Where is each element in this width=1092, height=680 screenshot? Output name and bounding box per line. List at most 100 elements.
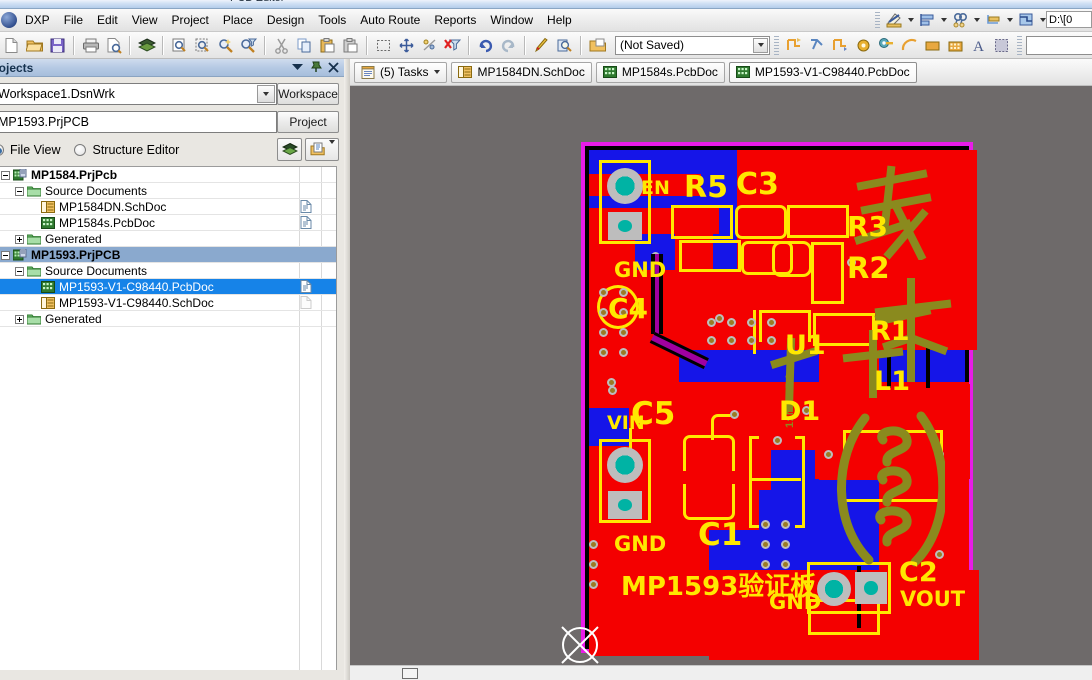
place-room-icon[interactable] bbox=[990, 34, 1013, 57]
menu-item-help[interactable]: Help bbox=[540, 10, 579, 31]
save-icon[interactable] bbox=[46, 34, 69, 57]
layer-combo[interactable] bbox=[1026, 35, 1092, 55]
collapse-icon[interactable] bbox=[1, 170, 10, 180]
browse-component-icon[interactable] bbox=[553, 34, 576, 57]
menu-item-edit[interactable]: Edit bbox=[90, 10, 125, 31]
pin-icon[interactable] bbox=[309, 60, 322, 74]
chevron-down-icon[interactable] bbox=[291, 60, 304, 74]
collapse-icon[interactable] bbox=[15, 266, 24, 276]
pad-en-top[interactable] bbox=[607, 168, 643, 204]
pcb-canvas[interactable]: 1: NotC5 1 EN R5 C3 R3 R2 R1 GND C4 U1 L1 D1 C5 VIN C… bbox=[350, 86, 1092, 680]
workspace-button[interactable]: Workspace bbox=[277, 83, 339, 105]
menu-item-file[interactable]: File bbox=[57, 10, 90, 31]
layer-stack-icon[interactable] bbox=[1015, 10, 1037, 30]
expand-icon[interactable] bbox=[15, 234, 24, 244]
document-tab[interactable]: MP1593-V1-C98440.PcbDoc bbox=[728, 61, 917, 83]
document-tab[interactable]: (5) Tasks bbox=[354, 61, 448, 83]
align-objects-icon[interactable] bbox=[916, 10, 938, 30]
clear-filter-icon[interactable] bbox=[441, 34, 464, 57]
undo-icon[interactable] bbox=[474, 34, 497, 57]
place-fill-icon[interactable] bbox=[921, 34, 944, 57]
place-arc-center-icon[interactable] bbox=[898, 34, 921, 57]
clear-selection-icon[interactable] bbox=[418, 34, 441, 57]
pad-gnd-bot[interactable] bbox=[608, 491, 642, 519]
tab-dropdown-arrow[interactable] bbox=[434, 70, 441, 74]
find-similar-icon[interactable] bbox=[949, 10, 971, 30]
move-icon[interactable] bbox=[395, 34, 418, 57]
horizontal-scroll-thumb[interactable] bbox=[402, 668, 418, 679]
measure-ruler-icon[interactable] bbox=[883, 10, 905, 30]
dimension-dropdown-arrow[interactable] bbox=[1004, 10, 1015, 30]
toolbar-grip[interactable] bbox=[875, 11, 880, 29]
place-polygon-icon[interactable] bbox=[944, 34, 967, 57]
zoom-area-icon[interactable] bbox=[191, 34, 214, 57]
board-layers-icon[interactable] bbox=[135, 34, 158, 57]
menu-item-project[interactable]: Project bbox=[165, 10, 216, 31]
menu-item-place[interactable]: Place bbox=[216, 10, 260, 31]
project-button[interactable]: Project bbox=[277, 111, 339, 133]
menu-item-dxp[interactable]: DXP bbox=[18, 10, 57, 31]
place-pad-icon[interactable] bbox=[852, 34, 875, 57]
place-arc-icon[interactable] bbox=[806, 34, 829, 57]
pad-gnd-out[interactable] bbox=[817, 572, 851, 606]
board-layers-icon[interactable] bbox=[277, 138, 302, 161]
expand-icon[interactable] bbox=[15, 314, 24, 324]
menu-item-reports[interactable]: Reports bbox=[427, 10, 483, 31]
saved-state-combo[interactable]: (Not Saved) bbox=[615, 35, 770, 55]
place-line-icon[interactable] bbox=[829, 34, 852, 57]
saved-state-dropdown-arrow[interactable] bbox=[753, 37, 768, 53]
pad-vout[interactable] bbox=[855, 572, 887, 604]
tree-item[interactable]: MP1593.PrjPCB bbox=[0, 247, 336, 263]
dxp-orb-icon[interactable] bbox=[1, 12, 17, 28]
close-icon[interactable] bbox=[327, 60, 340, 74]
print-preview-icon[interactable] bbox=[102, 34, 125, 57]
collapse-icon[interactable] bbox=[15, 186, 24, 196]
find-similar-dropdown-arrow[interactable] bbox=[971, 10, 982, 30]
cross-probe-icon[interactable] bbox=[530, 34, 553, 57]
copy-icon[interactable] bbox=[293, 34, 316, 57]
measure-dropdown-arrow[interactable] bbox=[905, 10, 916, 30]
workspace-dropdown-arrow[interactable] bbox=[257, 85, 275, 103]
tree-item[interactable]: MP1584DN.SchDoc bbox=[0, 199, 336, 215]
document-tab[interactable]: MP1584DN.SchDoc bbox=[451, 61, 592, 83]
tree-item[interactable]: Source Documents bbox=[0, 263, 336, 279]
document-tab[interactable]: MP1584s.PcbDoc bbox=[595, 61, 725, 83]
align-dropdown-arrow[interactable] bbox=[938, 10, 949, 30]
layer-toolbar-grip[interactable] bbox=[1017, 35, 1022, 55]
tree-item[interactable]: MP1584.PrjPcb bbox=[0, 167, 336, 183]
select-region-icon[interactable] bbox=[372, 34, 395, 57]
print-icon[interactable] bbox=[79, 34, 102, 57]
document-path-field[interactable]: D:\[0 bbox=[1046, 11, 1092, 28]
tree-item[interactable]: Source Documents bbox=[0, 183, 336, 199]
project-field[interactable]: MP1593.PrjPCB bbox=[0, 111, 277, 133]
tree-item[interactable]: Generated bbox=[0, 231, 336, 247]
zoom-filter-icon[interactable] bbox=[237, 34, 260, 57]
tree-item[interactable]: MP1593-V1-C98440.SchDoc bbox=[0, 295, 336, 311]
zoom-in-icon[interactable] bbox=[214, 34, 237, 57]
pad-vin[interactable] bbox=[607, 447, 643, 483]
project-tree[interactable]: MP1584.PrjPcb Source Documents MP1584DN.Sc… bbox=[0, 166, 337, 678]
tree-item[interactable]: MP1584s.PcbDoc bbox=[0, 215, 336, 231]
zoom-document-icon[interactable] bbox=[168, 34, 191, 57]
menu-item-auto-route[interactable]: Auto Route bbox=[353, 10, 427, 31]
open-document-icon[interactable] bbox=[305, 138, 339, 161]
place-toolbar-grip[interactable] bbox=[774, 35, 779, 55]
pcb-board[interactable]: 1: NotC5 1 EN R5 C3 R3 R2 R1 GND C4 U1 L1 D1 C5 VIN C… bbox=[581, 142, 979, 660]
open-project-icon[interactable] bbox=[586, 34, 609, 57]
radio-structure-editor[interactable] bbox=[74, 144, 87, 156]
paste-special-icon[interactable] bbox=[339, 34, 362, 57]
open-document-dropdown-arrow[interactable] bbox=[328, 139, 335, 156]
collapse-icon[interactable] bbox=[1, 250, 10, 260]
radio-file-view[interactable] bbox=[0, 144, 4, 156]
new-document-icon[interactable] bbox=[0, 34, 23, 57]
menu-item-view[interactable]: View bbox=[125, 10, 165, 31]
cut-icon[interactable] bbox=[270, 34, 293, 57]
menu-item-tools[interactable]: Tools bbox=[311, 10, 353, 31]
place-via-icon[interactable] bbox=[875, 34, 898, 57]
workspace-combo[interactable]: Workspace1.DsnWrk bbox=[0, 83, 277, 105]
place-track-icon[interactable] bbox=[783, 34, 806, 57]
tree-item[interactable]: MP1593-V1-C98440.PcbDoc bbox=[0, 279, 336, 295]
horizontal-scrollbar[interactable] bbox=[350, 665, 1092, 680]
paste-icon[interactable] bbox=[316, 34, 339, 57]
open-folder-icon[interactable] bbox=[23, 34, 46, 57]
